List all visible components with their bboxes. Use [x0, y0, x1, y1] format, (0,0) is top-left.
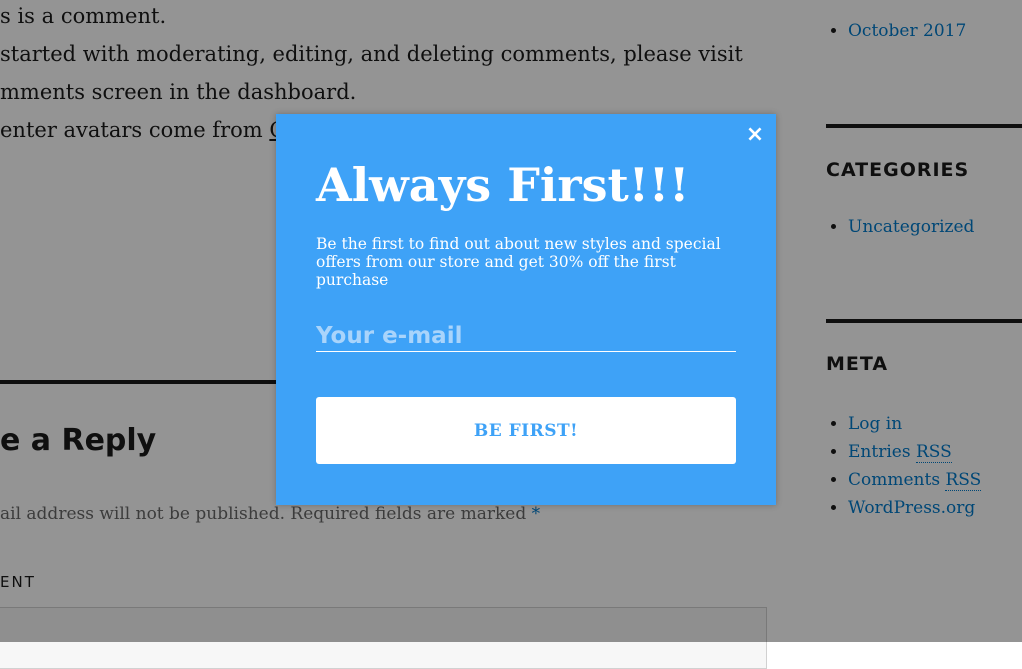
- popup-description: Be the first to find out about new style…: [316, 235, 721, 289]
- signup-popup: × Always First!!! Be the first to find o…: [276, 114, 776, 505]
- email-input[interactable]: [316, 320, 736, 352]
- close-icon[interactable]: ×: [744, 122, 766, 148]
- popup-title: Always First!!!: [316, 158, 690, 212]
- be-first-button[interactable]: BE FIRST!: [316, 397, 736, 464]
